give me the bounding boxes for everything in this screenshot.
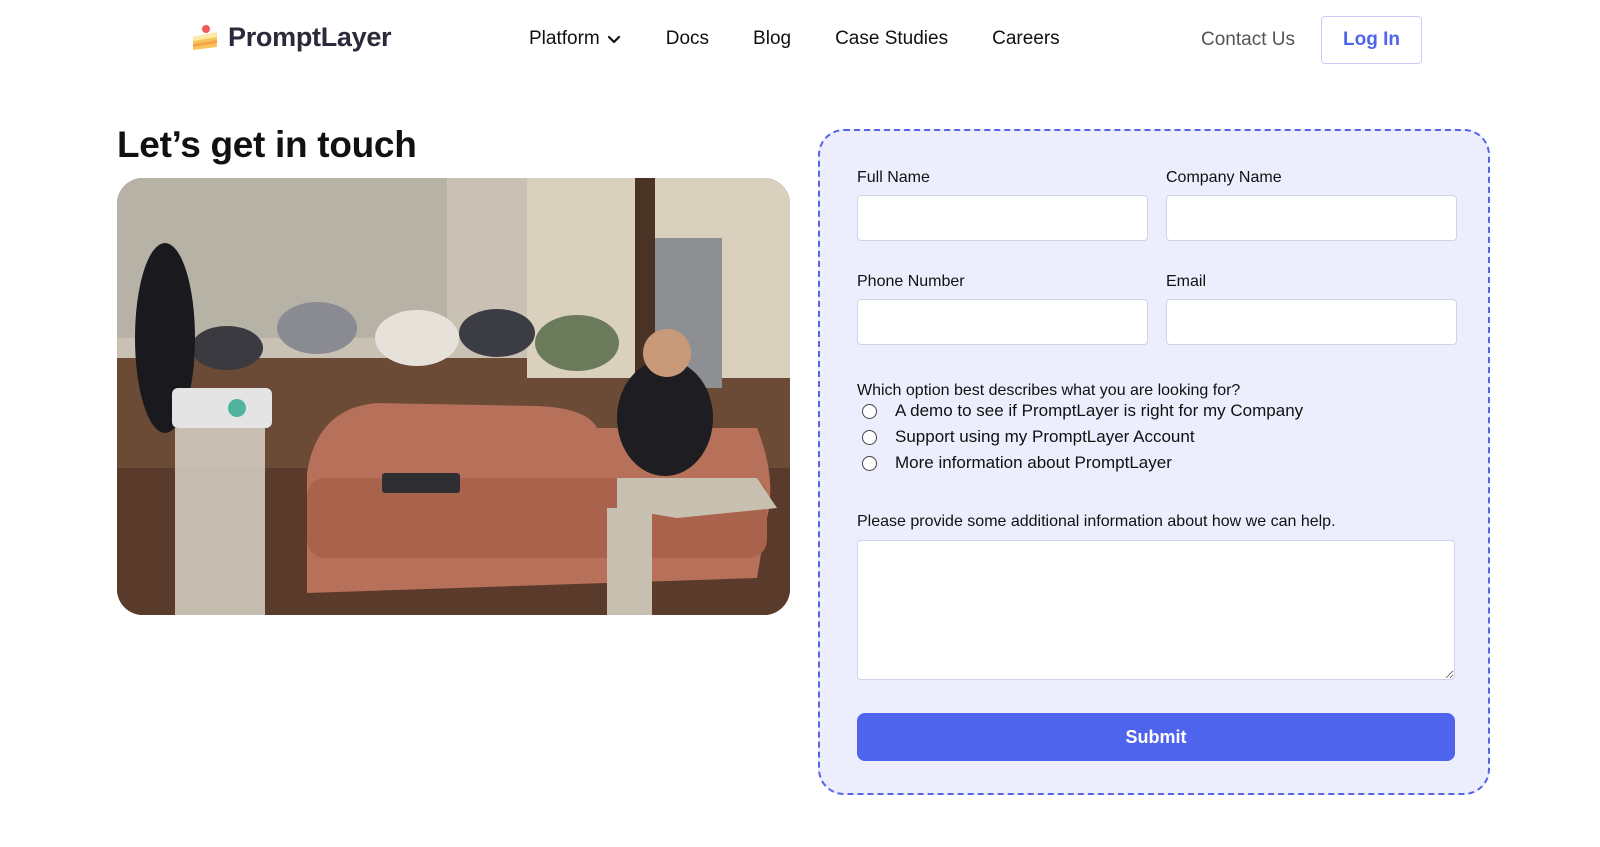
option-support-label: Support using my PromptLayer Account bbox=[895, 427, 1195, 446]
full-name-input[interactable] bbox=[857, 195, 1148, 241]
phone-number-label: Phone Number bbox=[857, 273, 965, 290]
logo-text: PromptLayer bbox=[228, 22, 392, 52]
event-photo-illustration bbox=[117, 178, 790, 615]
full-name-label: Full Name bbox=[857, 169, 930, 186]
login-button[interactable]: Log In bbox=[1321, 16, 1422, 64]
option-more-info-label: More information about PromptLayer bbox=[895, 453, 1172, 472]
main-nav: Platform Docs Blog Case Studies Careers bbox=[529, 28, 1060, 50]
email-label: Email bbox=[1166, 273, 1207, 290]
option-more-info[interactable]: More information about PromptLayer bbox=[862, 453, 1172, 473]
additional-info-textarea[interactable] bbox=[857, 540, 1455, 680]
option-support[interactable]: Support using my PromptLayer Account bbox=[862, 427, 1195, 447]
nav-case-studies[interactable]: Case Studies bbox=[835, 28, 948, 50]
contact-us-link[interactable]: Contact Us bbox=[1201, 29, 1295, 51]
company-name-input[interactable] bbox=[1166, 195, 1457, 241]
option-demo[interactable]: A demo to see if PromptLayer is right fo… bbox=[862, 401, 1303, 421]
page-title: Let’s get in touch bbox=[117, 124, 417, 165]
radio-button[interactable] bbox=[862, 429, 877, 445]
nav-careers[interactable]: Careers bbox=[992, 28, 1060, 50]
logo[interactable]: PromptLayer bbox=[190, 22, 392, 53]
contact-form: Full Name Company Name Phone Number Emai… bbox=[818, 129, 1490, 795]
chevron-down-icon bbox=[607, 35, 620, 44]
nav-blog[interactable]: Blog bbox=[753, 28, 791, 50]
radio-button[interactable] bbox=[862, 455, 877, 471]
looking-for-question: Which option best describes what you are… bbox=[857, 382, 1241, 399]
company-name-label: Company Name bbox=[1166, 169, 1282, 186]
additional-info-label: Please provide some additional informati… bbox=[857, 513, 1336, 530]
option-demo-label: A demo to see if PromptLayer is right fo… bbox=[895, 401, 1304, 420]
cake-logo-icon bbox=[193, 24, 217, 50]
office-event-photo bbox=[117, 178, 790, 615]
radio-button[interactable] bbox=[862, 403, 877, 419]
phone-number-input[interactable] bbox=[857, 299, 1148, 345]
nav-docs[interactable]: Docs bbox=[666, 28, 709, 50]
site-header: PromptLayer Platform Docs Blog Case Stud… bbox=[0, 0, 1600, 80]
nav-platform-label: Platform bbox=[529, 28, 600, 49]
submit-button[interactable]: Submit bbox=[857, 713, 1455, 761]
nav-platform[interactable]: Platform bbox=[529, 28, 622, 50]
email-input[interactable] bbox=[1166, 299, 1457, 345]
